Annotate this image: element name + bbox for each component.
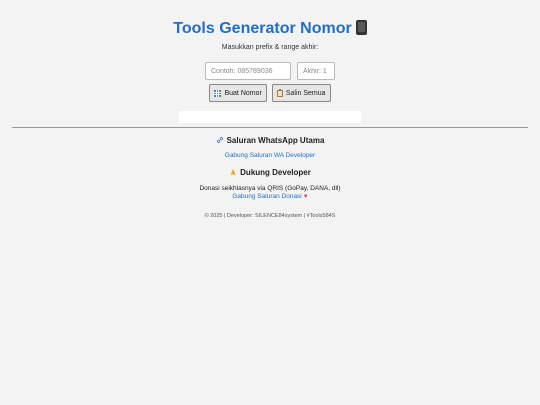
join-wa-channel-link[interactable]: Gabung Saluran WA Developer xyxy=(0,152,540,159)
clipboard-icon xyxy=(276,88,283,97)
support-developer-heading: Dukung Developer xyxy=(0,168,540,177)
copy-all-button-label: Salin Semua xyxy=(285,89,326,97)
range-end-input[interactable] xyxy=(297,62,335,80)
praying-hands-icon xyxy=(230,168,236,176)
page: Tools Generator Nomor Masukkan prefix & … xyxy=(0,0,540,405)
output-area xyxy=(179,111,361,123)
mobile-phone-icon xyxy=(355,20,367,35)
donation-description: Donasi seikhlasnya via QRIS (GoPay, DANA… xyxy=(199,185,341,192)
generate-button-label: Buat Nomor xyxy=(224,89,262,97)
footer: © 2025 | Developer: SILENCE84system | #T… xyxy=(204,213,336,219)
form-instruction: Masukkan prefix & range akhir: xyxy=(221,44,319,51)
divider xyxy=(12,127,528,128)
page-title: Tools Generator Nomor xyxy=(0,19,540,39)
generate-button[interactable]: Buat Nomor xyxy=(209,84,267,102)
support-developer-heading-text: Dukung Developer xyxy=(240,168,311,177)
link-icon xyxy=(216,137,223,143)
input-row xyxy=(0,62,540,80)
grid-icon xyxy=(214,89,222,97)
join-donation-channel-link-text: Gabung Saluran Donasi xyxy=(232,193,302,200)
heart-icon: ♥ xyxy=(303,193,308,200)
join-donation-channel-link[interactable]: Gabung Saluran Donasi ♥ xyxy=(0,193,540,200)
prefix-input[interactable] xyxy=(205,62,291,80)
whatsapp-channel-heading: Saluran WhatsApp Utama xyxy=(0,136,540,145)
button-row: Buat Nomor Salin Semua xyxy=(0,84,540,102)
page-title-text: Tools Generator Nomor xyxy=(173,20,352,37)
whatsapp-channel-heading-text: Saluran WhatsApp Utama xyxy=(226,136,325,145)
copy-all-button[interactable]: Salin Semua xyxy=(271,84,331,102)
